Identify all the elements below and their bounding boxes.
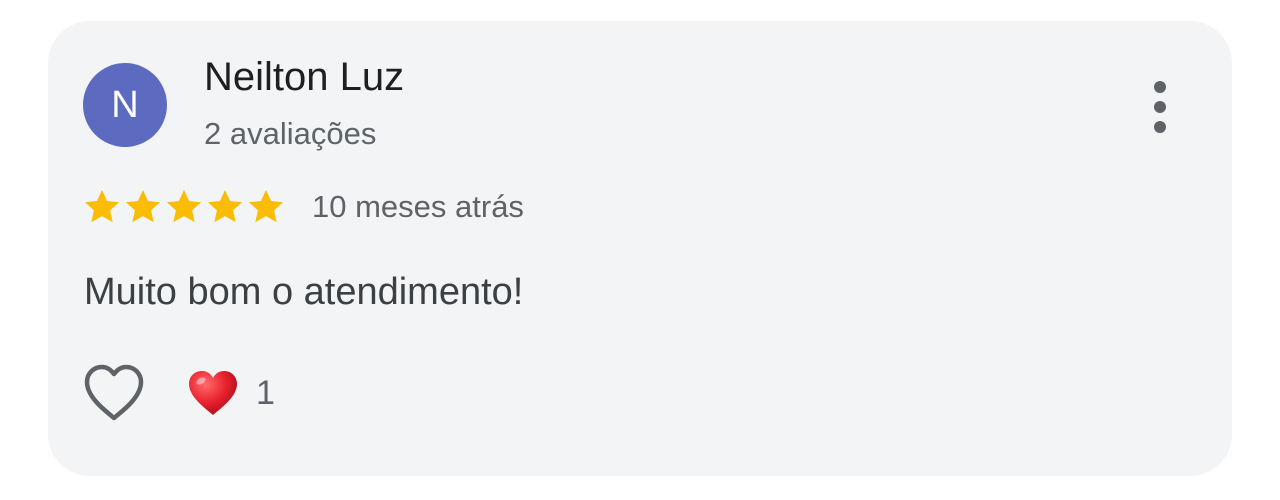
review-text: Muito bom o atendimento!: [84, 271, 524, 313]
author-name[interactable]: Neilton Luz: [204, 55, 404, 100]
star-icon: [248, 190, 284, 223]
author-review-count: 2 avaliações: [204, 116, 377, 151]
avatar-initial: N: [111, 83, 139, 126]
reaction-summary[interactable]: 1: [186, 367, 275, 419]
star-icon: [125, 190, 161, 223]
review-card: N Neilton Luz 2 avaliações 10 meses atrá…: [48, 21, 1232, 476]
avatar[interactable]: N: [83, 63, 167, 147]
star-icon: [166, 190, 202, 223]
star-icon: [207, 190, 243, 223]
reaction-count: 1: [256, 373, 275, 412]
more-vert-icon[interactable]: [1142, 77, 1178, 137]
review-date: 10 meses atrás: [312, 189, 524, 224]
star-icon: [84, 190, 120, 223]
heart-outline-icon: [84, 364, 144, 421]
red-heart-icon: [189, 371, 237, 415]
like-button[interactable]: [82, 363, 146, 423]
star-rating: [82, 187, 286, 227]
